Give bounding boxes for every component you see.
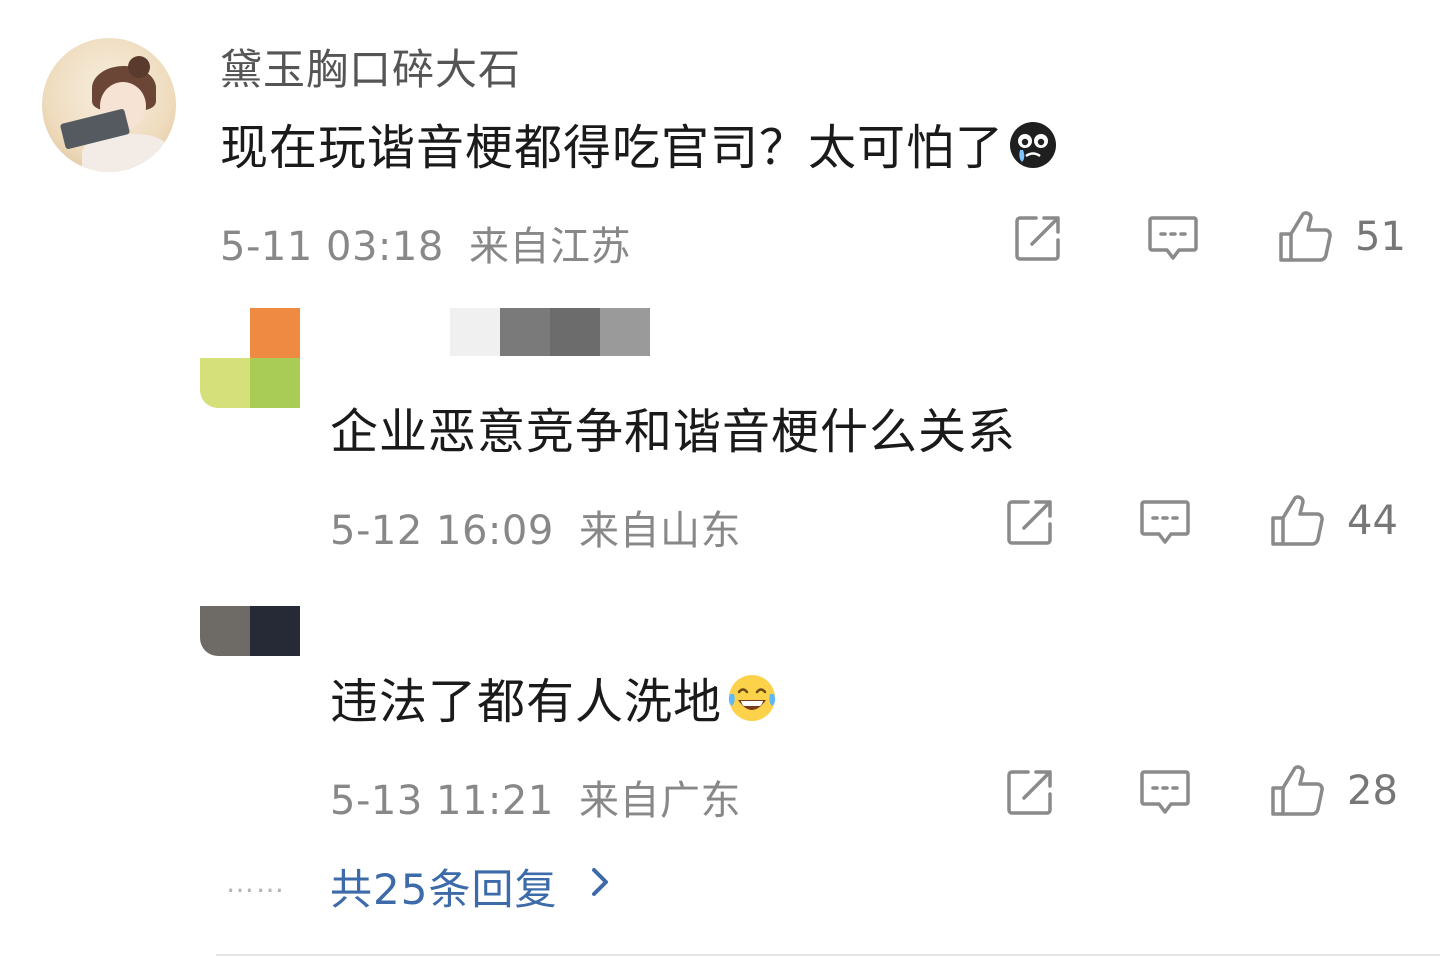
comment-location: 来自江苏 xyxy=(469,224,631,270)
crying-face-emoji xyxy=(1008,120,1058,182)
avatar-pixel xyxy=(200,606,250,656)
avatar-pixel xyxy=(200,358,250,408)
thumbs-up-icon[interactable] xyxy=(1269,494,1325,548)
thumbs-up-icon[interactable] xyxy=(1277,210,1333,264)
reply-location: 来自广东 xyxy=(579,778,741,824)
comment-icon[interactable] xyxy=(1139,768,1191,818)
reply-meta: 5-13 11:21 来自广东 xyxy=(330,768,741,826)
reply-avatar[interactable] xyxy=(200,308,300,408)
like-count: 51 xyxy=(1355,214,1406,260)
blurred-username xyxy=(450,308,650,356)
avatar-pixel xyxy=(250,308,300,358)
comment-text: 现在玩谐音梗都得吃官司？太可怕了 xyxy=(220,108,1058,182)
comment-text-body: 现在玩谐音梗都得吃官司？太可怕了 xyxy=(220,120,1005,176)
share-icon[interactable] xyxy=(1006,768,1056,816)
more-dots: …… xyxy=(226,866,286,899)
avatar-bun xyxy=(128,56,150,78)
avatar[interactable] xyxy=(42,38,176,172)
share-icon[interactable] xyxy=(1006,498,1056,546)
avatar-pixel xyxy=(200,308,250,358)
comment-username[interactable]: 黛玉胸口碎大石 xyxy=(220,36,521,97)
reply-text: 违法了都有人洗地 xyxy=(330,662,778,736)
more-replies-link[interactable]: 共25条回复 xyxy=(330,856,557,917)
avatar-pixel xyxy=(250,606,300,656)
blur-pixel xyxy=(550,308,600,356)
like-count: 44 xyxy=(1347,498,1398,544)
laughing-tears-emoji xyxy=(726,672,778,736)
comment-time: 5-11 03:18 xyxy=(220,224,444,270)
comment-icon[interactable] xyxy=(1139,498,1191,548)
reply-time: 5-13 11:21 xyxy=(330,778,554,824)
thumbs-up-icon[interactable] xyxy=(1269,764,1325,818)
avatar-pixel xyxy=(250,358,300,408)
blur-pixel xyxy=(500,308,550,356)
divider xyxy=(216,954,1440,956)
reply-text-body: 违法了都有人洗地 xyxy=(330,674,723,730)
share-icon[interactable] xyxy=(1014,214,1064,262)
chevron-right-icon[interactable] xyxy=(588,862,612,902)
reply-text: 企业恶意竞争和谐音梗什么关系 xyxy=(330,404,1017,460)
reply-avatar[interactable] xyxy=(200,606,300,656)
blur-pixel xyxy=(600,308,650,356)
comment-meta: 5-11 03:18 来自江苏 xyxy=(220,214,631,272)
blur-pixel xyxy=(450,308,500,356)
reply-location: 来自山东 xyxy=(579,508,741,554)
comment-icon[interactable] xyxy=(1147,214,1199,264)
reply-time: 5-12 16:09 xyxy=(330,508,554,554)
like-count: 28 xyxy=(1347,768,1398,814)
reply-meta: 5-12 16:09 来自山东 xyxy=(330,498,741,556)
